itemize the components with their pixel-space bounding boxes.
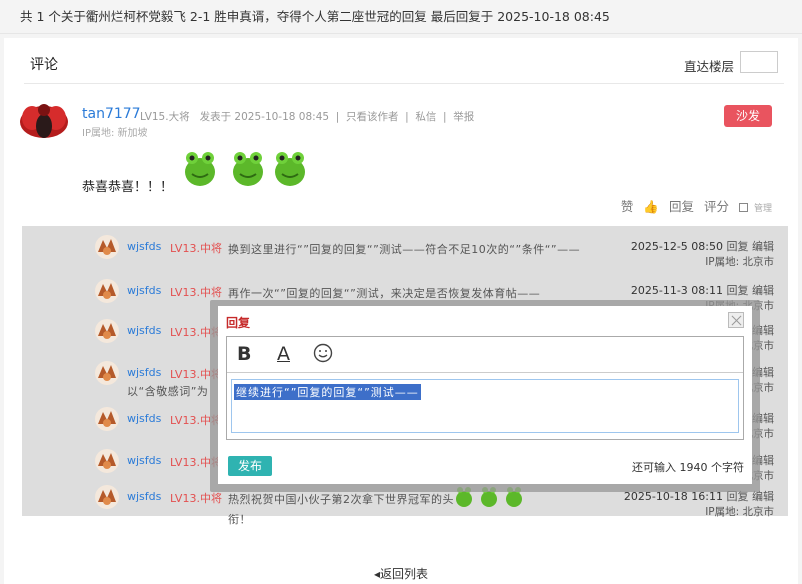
reply-avatar[interactable]	[94, 448, 120, 474]
post-content: 恭喜恭喜！！！	[82, 180, 174, 195]
reply-author-level: LV13.中将	[170, 286, 222, 299]
reply-item: wjsfds LV13.中将 换到这里进行“”回复的回复“”测试——符合不足10…	[22, 230, 788, 272]
post-actions: 赞 👍 回复 评分 管理	[609, 196, 772, 215]
smiley-icon[interactable]	[313, 343, 333, 363]
reply-author-name[interactable]: wjsfds	[127, 284, 161, 297]
close-icon[interactable]	[728, 312, 744, 328]
frog-emoji-icon	[185, 152, 215, 186]
reply-avatar[interactable]	[94, 360, 120, 386]
thumbs-up-icon: 👍	[643, 199, 659, 214]
back-to-list-link[interactable]: ◂返回列表	[374, 565, 428, 582]
selected-text: 继续进行“”回复的回复“”测试——	[234, 384, 421, 400]
reply-author-name[interactable]: wjsfds	[127, 324, 161, 337]
reply-author-name[interactable]: wjsfds	[127, 366, 161, 379]
comment-header: 评论 直达楼层	[24, 48, 784, 84]
jump-floor-input[interactable]	[740, 51, 778, 73]
post-meta: LV15.大将 发表于 2025-10-18 08:45 | 只看该作者 | 私…	[140, 111, 475, 123]
reply-author-name[interactable]: wjsfds	[127, 490, 161, 503]
thread-summary-bar: 共 1 个关于衢州烂柯杯党毅飞 2-1 胜申真谞，夺得个人第二座世冠的回复 最后…	[0, 0, 802, 34]
reply-edit-link[interactable]: 编辑	[752, 284, 774, 297]
reply-date: 2025-11-3 08:11	[630, 284, 723, 297]
post-ip-location: IP属地: 新加坡	[82, 128, 148, 139]
like-button[interactable]: 赞 👍	[615, 199, 659, 214]
post-date: 发表于 2025-10-18 08:45	[199, 111, 330, 123]
reply-reply-link[interactable]: 回复	[727, 284, 749, 297]
reply-ip-location: IP属地: 北京市	[705, 506, 774, 518]
reply-textarea[interactable]: 继续进行“”回复的回复“”测试——	[231, 379, 739, 433]
jump-floor-label: 直达楼层	[683, 59, 734, 74]
reply-editor: B A 继续进行“”回复的回复“”测试——	[226, 336, 744, 440]
reply-ip-location: IP属地: 北京市	[705, 256, 774, 268]
dialog-title: 回复	[226, 316, 251, 330]
sofa-badge: 沙发	[724, 105, 772, 127]
reply-author-name[interactable]: wjsfds	[127, 412, 161, 425]
reply-edit-link[interactable]: 编辑	[752, 240, 774, 253]
report-link[interactable]: 举报	[453, 111, 474, 123]
frog-emoji-icon	[233, 152, 263, 186]
reply-date: 2025-12-5 08:50	[630, 240, 723, 253]
reply-text: 换到这里进行“”回复的回复“”测试——符合不足10次的“”条件“”——	[228, 243, 581, 256]
frog-emoji-icon	[275, 152, 305, 186]
publish-button[interactable]: 发布	[228, 456, 272, 476]
reply-avatar[interactable]	[94, 318, 120, 344]
reply-dialog: 回复 B A 继续进行“”回复的回复“”测试—— 发布 还可输入 1940 个字…	[218, 306, 752, 484]
reply-avatar[interactable]	[94, 278, 120, 304]
reply-avatar[interactable]	[94, 484, 120, 510]
reply-text: 热烈祝贺中国小伙子第2次拿下世界冠军的头衔！	[228, 493, 454, 526]
reply-author-level: LV13.中将	[170, 492, 222, 505]
reply-reply-link[interactable]: 回复	[727, 240, 749, 253]
manage-label: 管理	[753, 204, 772, 214]
only-author-link[interactable]: 只看该作者	[346, 111, 399, 123]
comment-title: 评论	[30, 57, 58, 73]
reply-avatar[interactable]	[94, 234, 120, 260]
reply-author-name[interactable]: wjsfds	[127, 454, 161, 467]
reply-author-name[interactable]: wjsfds	[127, 240, 161, 253]
user-avatar[interactable]	[18, 100, 70, 140]
editor-toolbar: B A	[227, 337, 743, 373]
post-author-level: LV15.大将	[140, 111, 190, 123]
reply-date-row: 2025-11-3 08:11 回复 编辑	[631, 282, 774, 298]
bold-button[interactable]: B	[237, 343, 251, 365]
reply-avatar[interactable]	[94, 406, 120, 432]
thread-summary-text: 共 1 个关于衢州烂柯杯党毅飞 2-1 胜申真谞，夺得个人第二座世冠的回复 最后…	[20, 9, 610, 24]
remaining-chars: 还可输入 1940 个字符	[632, 461, 744, 474]
font-color-button[interactable]: A	[277, 343, 290, 365]
reply-author-level: LV13.中将	[170, 242, 222, 255]
reply-date-row: 2025-12-5 08:50 回复 编辑	[631, 238, 774, 254]
manage-checkbox[interactable]	[738, 203, 748, 212]
private-message-link[interactable]: 私信	[415, 111, 436, 123]
reply-button[interactable]: 回复	[669, 199, 694, 214]
rate-button[interactable]: 评分	[704, 199, 729, 214]
post-author-name[interactable]: tan7177	[82, 106, 141, 122]
